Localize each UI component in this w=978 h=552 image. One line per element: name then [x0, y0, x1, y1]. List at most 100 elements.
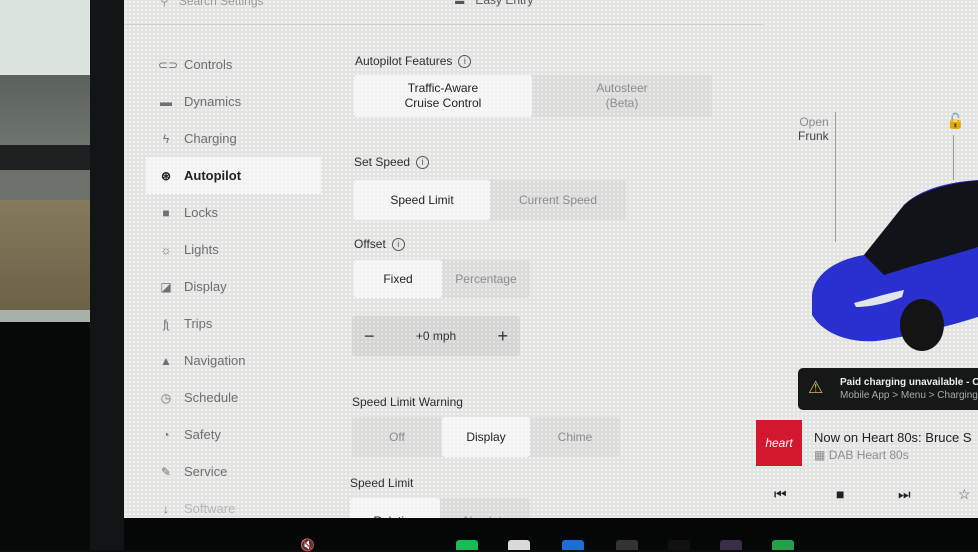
option-display[interactable]: Display: [442, 417, 530, 457]
previous-track-icon[interactable]: ⏮: [774, 486, 787, 503]
sidebar-item-dynamics[interactable]: ▬ Dynamics: [146, 83, 346, 120]
option-speed-limit[interactable]: Speed Limit: [354, 180, 490, 220]
sidebar-item-lights[interactable]: ☼ Lights: [146, 231, 346, 268]
sidebar-item-label: Lights: [184, 242, 219, 257]
increase-button[interactable]: +: [497, 326, 508, 347]
sidebar-item-display[interactable]: ◪ Display: [146, 268, 346, 305]
speed-limit-warning-title: Speed Limit Warning: [352, 395, 463, 409]
offset-selector: Fixed Percentage: [354, 260, 530, 298]
media-player: heart Now on Heart 80s: Bruce S ▦ DAB He…: [754, 410, 978, 518]
search-settings[interactable]: ⚲ Search Settings: [160, 0, 264, 8]
option-traffic-aware-cruise-control[interactable]: Traffic-Aware Cruise Control: [354, 75, 532, 117]
sun-icon: ☼: [160, 242, 172, 257]
charging-notification[interactable]: ⚠ Paid charging unavailable - Ch Mobile …: [798, 368, 978, 410]
option-chime[interactable]: Chime: [530, 417, 620, 457]
option-current-speed[interactable]: Current Speed: [490, 180, 626, 220]
sidebar-item-label: Navigation: [184, 353, 246, 368]
info-icon[interactable]: i: [416, 155, 430, 169]
sidebar-item-label: Dynamics: [184, 94, 242, 109]
station-name: ▦ DAB Heart 80s: [814, 448, 909, 462]
speed-limit-title: Speed Limit: [350, 476, 413, 490]
section-title: Offset: [354, 237, 386, 251]
safety-icon: ◔: [162, 427, 170, 442]
option-percentage[interactable]: Percentage: [442, 260, 530, 298]
app-icon[interactable]: [668, 540, 690, 550]
alarm-clock-icon: ◷: [160, 390, 172, 405]
bluetooth-icon[interactable]: [562, 540, 584, 550]
sidebar-item-navigation[interactable]: ▲ Navigation: [146, 342, 346, 379]
notification-subtitle: Mobile App > Menu > Charging: [840, 390, 978, 401]
set-speed-title: Set Speed i: [354, 155, 430, 169]
wall: [0, 0, 96, 75]
option-autosteer[interactable]: Autosteer (Beta): [532, 75, 712, 117]
sidebar-item-label: Service: [184, 464, 228, 479]
decrease-button[interactable]: −: [364, 326, 375, 347]
open-frunk-button[interactable]: Open Frunk: [798, 115, 829, 143]
calendar-icon[interactable]: [508, 540, 530, 550]
settings-sidebar: ⊂⊃ Controls ▬ Dynamics ϟ Charging ⊛ Autopilo…: [146, 46, 346, 527]
sidebar-item-safety[interactable]: ◔ Safety: [146, 416, 346, 453]
autopilot-features-title: Autopilot Features i: [355, 54, 472, 68]
option-off[interactable]: Off: [352, 417, 442, 457]
trips-icon: ʃʅ: [163, 316, 169, 331]
radio-icon: ▦: [814, 448, 826, 462]
easy-entry-button[interactable]: ⏏ Easy Entry: [454, 0, 533, 7]
camera-icon[interactable]: [616, 540, 638, 550]
podcast-icon[interactable]: [720, 540, 742, 550]
sidebar-item-label: Controls: [184, 57, 233, 72]
touchscreen: ⚲ Search Settings ⏏ Easy Entry ⊂⊃ Control…: [124, 0, 978, 528]
frunk-label: Frunk: [798, 129, 829, 143]
autopilot-features-selector: Traffic-Aware Cruise Control Autosteer (…: [354, 75, 712, 117]
sidebar-item-service[interactable]: ✎ Service: [146, 453, 346, 490]
shelf-shadow: [0, 145, 96, 170]
section-title: Speed Limit: [350, 476, 414, 490]
car-icon: ▬: [160, 94, 172, 109]
favorite-star-icon[interactable]: ☆: [958, 486, 971, 503]
sidebar-item-autopilot[interactable]: ⊛ Autopilot: [146, 157, 321, 194]
spotify-icon[interactable]: [456, 540, 478, 550]
sidebar-item-trips[interactable]: ʃʅ Trips: [146, 305, 346, 342]
lock-pointer-line: [953, 135, 954, 180]
seat-icon: ⏏: [454, 0, 466, 7]
station-label: DAB Heart 80s: [828, 448, 909, 462]
sidebar-item-label: Schedule: [184, 390, 239, 405]
wood-panel: [0, 200, 96, 310]
search-icon: ⚲: [160, 0, 169, 8]
toggle-icon: ⊂⊃: [158, 57, 179, 72]
next-track-icon[interactable]: ⏭: [898, 486, 911, 503]
vehicle-panel: Open Frunk 🔓 ⚠ Paid charging unavailable…: [756, 0, 978, 518]
lock-icon: ■: [162, 205, 170, 220]
section-title: Set Speed: [354, 155, 411, 169]
app-launcher-icon[interactable]: [772, 540, 794, 550]
download-icon: ↓: [163, 501, 169, 516]
wrench-icon: ✎: [160, 464, 172, 479]
top-divider: [124, 24, 764, 25]
sidebar-item-schedule[interactable]: ◷ Schedule: [146, 379, 346, 416]
offset-title: Offset i: [354, 237, 405, 251]
info-icon[interactable]: i: [391, 237, 405, 251]
sidebar-item-charging[interactable]: ϟ Charging: [146, 120, 346, 157]
steering-wheel-icon: ⊛: [160, 168, 172, 183]
unlock-icon[interactable]: 🔓: [946, 112, 965, 130]
easy-entry-label: Easy Entry: [475, 0, 534, 7]
stop-icon[interactable]: ■: [836, 486, 844, 502]
lightning-icon: ϟ: [162, 131, 170, 146]
sidebar-item-controls[interactable]: ⊂⊃ Controls: [146, 46, 346, 83]
warning-icon: ⚠: [808, 378, 824, 397]
navigation-icon: ▲: [160, 353, 172, 368]
sidebar-item-label: Safety: [184, 427, 221, 442]
car-image: [812, 180, 978, 351]
speed-limit-warning-selector: Off Display Chime: [352, 417, 620, 457]
sidebar-item-label: Trips: [184, 316, 213, 331]
shelf: [0, 75, 96, 145]
section-title: Speed Limit Warning: [352, 395, 463, 409]
info-icon[interactable]: i: [458, 54, 472, 68]
station-logo: heart: [756, 420, 802, 466]
section-title: Autopilot Features: [355, 54, 453, 68]
sidebar-item-locks[interactable]: ■ Locks: [146, 194, 346, 231]
sidebar-item-label: Charging: [184, 131, 237, 146]
option-fixed[interactable]: Fixed: [354, 260, 442, 298]
search-input[interactable]: Search Settings: [179, 0, 264, 8]
trim: [0, 310, 96, 322]
sidebar-item-label: Locks: [184, 205, 218, 220]
